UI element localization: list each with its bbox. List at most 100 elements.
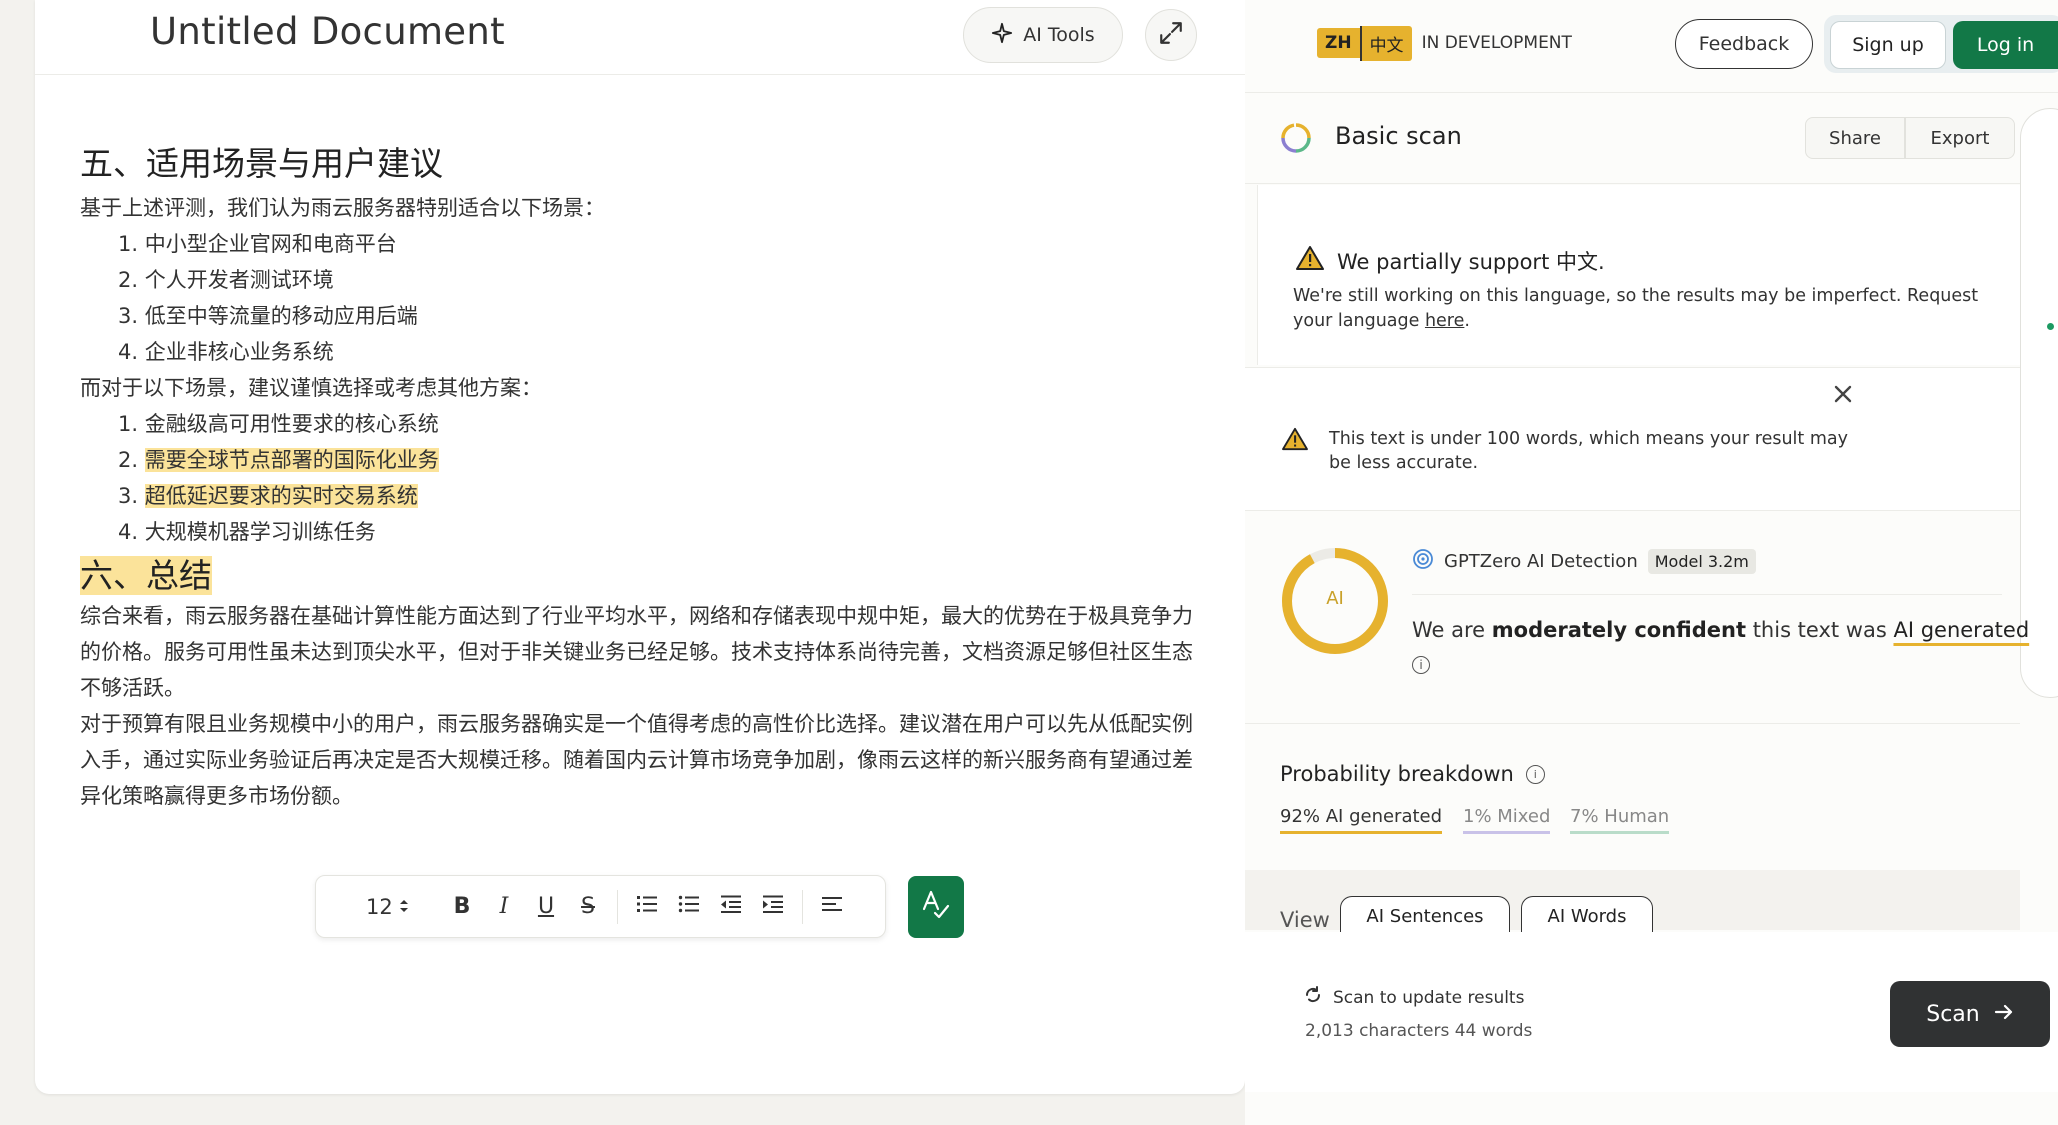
probability-divider [1245,723,2020,724]
formatting-toolbar: 12 B I U S [315,875,886,938]
paragraph-summary-2: 对于预算有限且业务规模中小的用户，雨云服务器确实是一个值得考虑的高性价比选择。建… [80,712,1193,808]
confidence-pre: We are [1412,618,1492,642]
view-label: View [1280,908,1330,932]
prob-ai[interactable]: 92% AI generated [1280,806,1443,834]
prob-human[interactable]: 7% Human [1570,806,1670,834]
outdent-icon [720,894,742,920]
login-button[interactable]: Log in [1953,21,2058,69]
confidence-statement: We are moderately confident this text wa… [1412,618,2029,642]
language-badge: ZH 中文 IN DEVELOPMENT [1317,25,1572,61]
notice-divider [1245,367,2020,368]
tab-ai-words[interactable]: AI Words [1521,896,1653,936]
ai-score-label: AI [1326,588,1344,609]
bold-button[interactable]: B [441,886,483,928]
language-notice-title: We partially support 中文. [1295,245,1605,276]
bullet-list-button[interactable] [668,886,710,928]
underline-button[interactable]: U [525,886,567,928]
toolbar-separator [802,889,803,924]
warning-icon [1295,245,1325,276]
model-badge: Model 3.2m [1647,549,1756,574]
updown-chevron-icon [399,895,409,919]
paragraph-intro: 基于上述评测，我们认为雨云服务器特别适合以下场景： [80,196,605,220]
scan-divider [1245,183,2020,184]
result-divider [1245,510,2020,511]
align-button[interactable] [811,886,853,928]
list-item: 3. 超低延迟要求的实时交易系统 [80,478,1200,514]
bullet-list-icon [678,894,700,920]
lang-name: 中文 [1359,25,1412,61]
paragraph-caution-intro: 而对于以下场景，建议谨慎选择或考虑其他方案： [80,376,542,400]
character-count: 2,013 characters 44 words [1305,1021,1533,1041]
list-item: 2. 个人开发者测试环境 [118,268,334,292]
share-button[interactable]: Share [1805,117,1905,159]
font-size-stepper[interactable]: 12 [366,895,424,919]
italic-button[interactable]: I [483,886,525,928]
list-item: 4. 大规模机器学习训练任务 [118,520,376,544]
lang-code: ZH [1317,28,1360,58]
header-divider [1245,92,2058,93]
info-icon[interactable]: i [1412,656,1430,674]
ai-tools-button[interactable]: AI Tools [963,7,1123,63]
list-number: 2. [118,448,139,472]
detector-name: GPTZero AI Detection [1444,551,1638,572]
refresh-icon [1303,985,1323,1010]
ai-tools-label: AI Tools [1023,24,1095,46]
status-dot [2047,323,2054,330]
signup-button[interactable]: Sign up [1830,21,1946,69]
request-language-link[interactable]: here [1425,311,1464,331]
confidence-verdict: AI generated [1893,618,2030,642]
spellcheck-button[interactable] [908,876,964,938]
list-item: 1. 金融级高可用性要求的核心系统 [118,412,439,436]
list-item: 3. 低至中等流量的移动应用后端 [118,304,418,328]
list-item: 1. 中小型企业官网和电商平台 [118,232,397,256]
prob-mixed[interactable]: 1% Mixed [1463,806,1551,834]
detector-info: GPTZero AI Detection Model 3.2m [1412,548,1756,575]
probability-heading: Probability breakdown [1280,762,1514,786]
dev-status: IN DEVELOPMENT [1421,33,1572,53]
indent-button[interactable] [752,886,794,928]
language-notice-end: . [1464,311,1470,331]
feedback-button[interactable]: Feedback [1675,19,1813,69]
warning-icon [1281,427,1309,455]
arrow-right-icon [1994,1002,2014,1027]
ordered-list-icon [636,894,658,920]
indent-icon [762,894,784,920]
font-size-value: 12 [366,894,393,919]
export-button[interactable]: Export [1905,117,2015,159]
list-item: 2. 需要全球节点部署的国际化业务 [80,442,1200,478]
scan-button[interactable]: Scan [1890,981,2050,1047]
ordered-list-button[interactable] [626,886,668,928]
outdent-button[interactable] [710,886,752,928]
align-left-icon [821,894,843,919]
expand-icon [1158,20,1184,50]
toolbar-separator [617,889,618,924]
probability-title: Probability breakdown i [1280,762,1545,786]
list-number: 3. [118,484,139,508]
document-title[interactable]: Untitled Document [150,10,505,53]
target-icon [1412,548,1434,575]
document-body[interactable]: 五、适用场景与用户建议 基于上述评测，我们认为雨云服务器特别适合以下场景： 1.… [80,138,1200,814]
length-notice-text: This text is under 100 words, which mean… [1329,429,1848,473]
tab-ai-sentences[interactable]: AI Sentences [1340,896,1510,936]
editor-divider [35,74,1245,75]
confidence-level: moderately confident [1491,618,1747,642]
side-drawer-edge[interactable] [2020,108,2058,698]
highlighted-text: 超低延迟要求的实时交易系统 [144,484,418,508]
expand-button[interactable] [1145,9,1197,61]
close-icon[interactable] [1830,381,1856,407]
info-icon[interactable]: i [1525,764,1545,784]
paragraph-summary-1: 综合来看，雨云服务器在基础计算性能方面达到了行业平均水平，网络和存储表现中规中矩… [80,604,1193,700]
detector-divider [1412,594,2002,595]
highlighted-text: 需要全球节点部署的国际化业务 [144,448,439,472]
list-item: 4. 企业非核心业务系统 [118,340,334,364]
strikethrough-button[interactable]: S [567,886,609,928]
language-notice-text: We're still working on this language, so… [1293,284,2003,334]
language-notice-body: We're still working on this language, so… [1293,286,1979,331]
confidence-mid: this text was [1746,618,1894,642]
scan-status-icon [1280,122,1312,154]
scan-title: Basic scan [1335,122,1462,150]
sparkle-icon [991,22,1013,49]
scan-button-label: Scan [1926,1001,1980,1027]
language-notice-heading: We partially support 中文. [1337,249,1605,274]
section-heading-6: 六、总结 [80,556,212,595]
